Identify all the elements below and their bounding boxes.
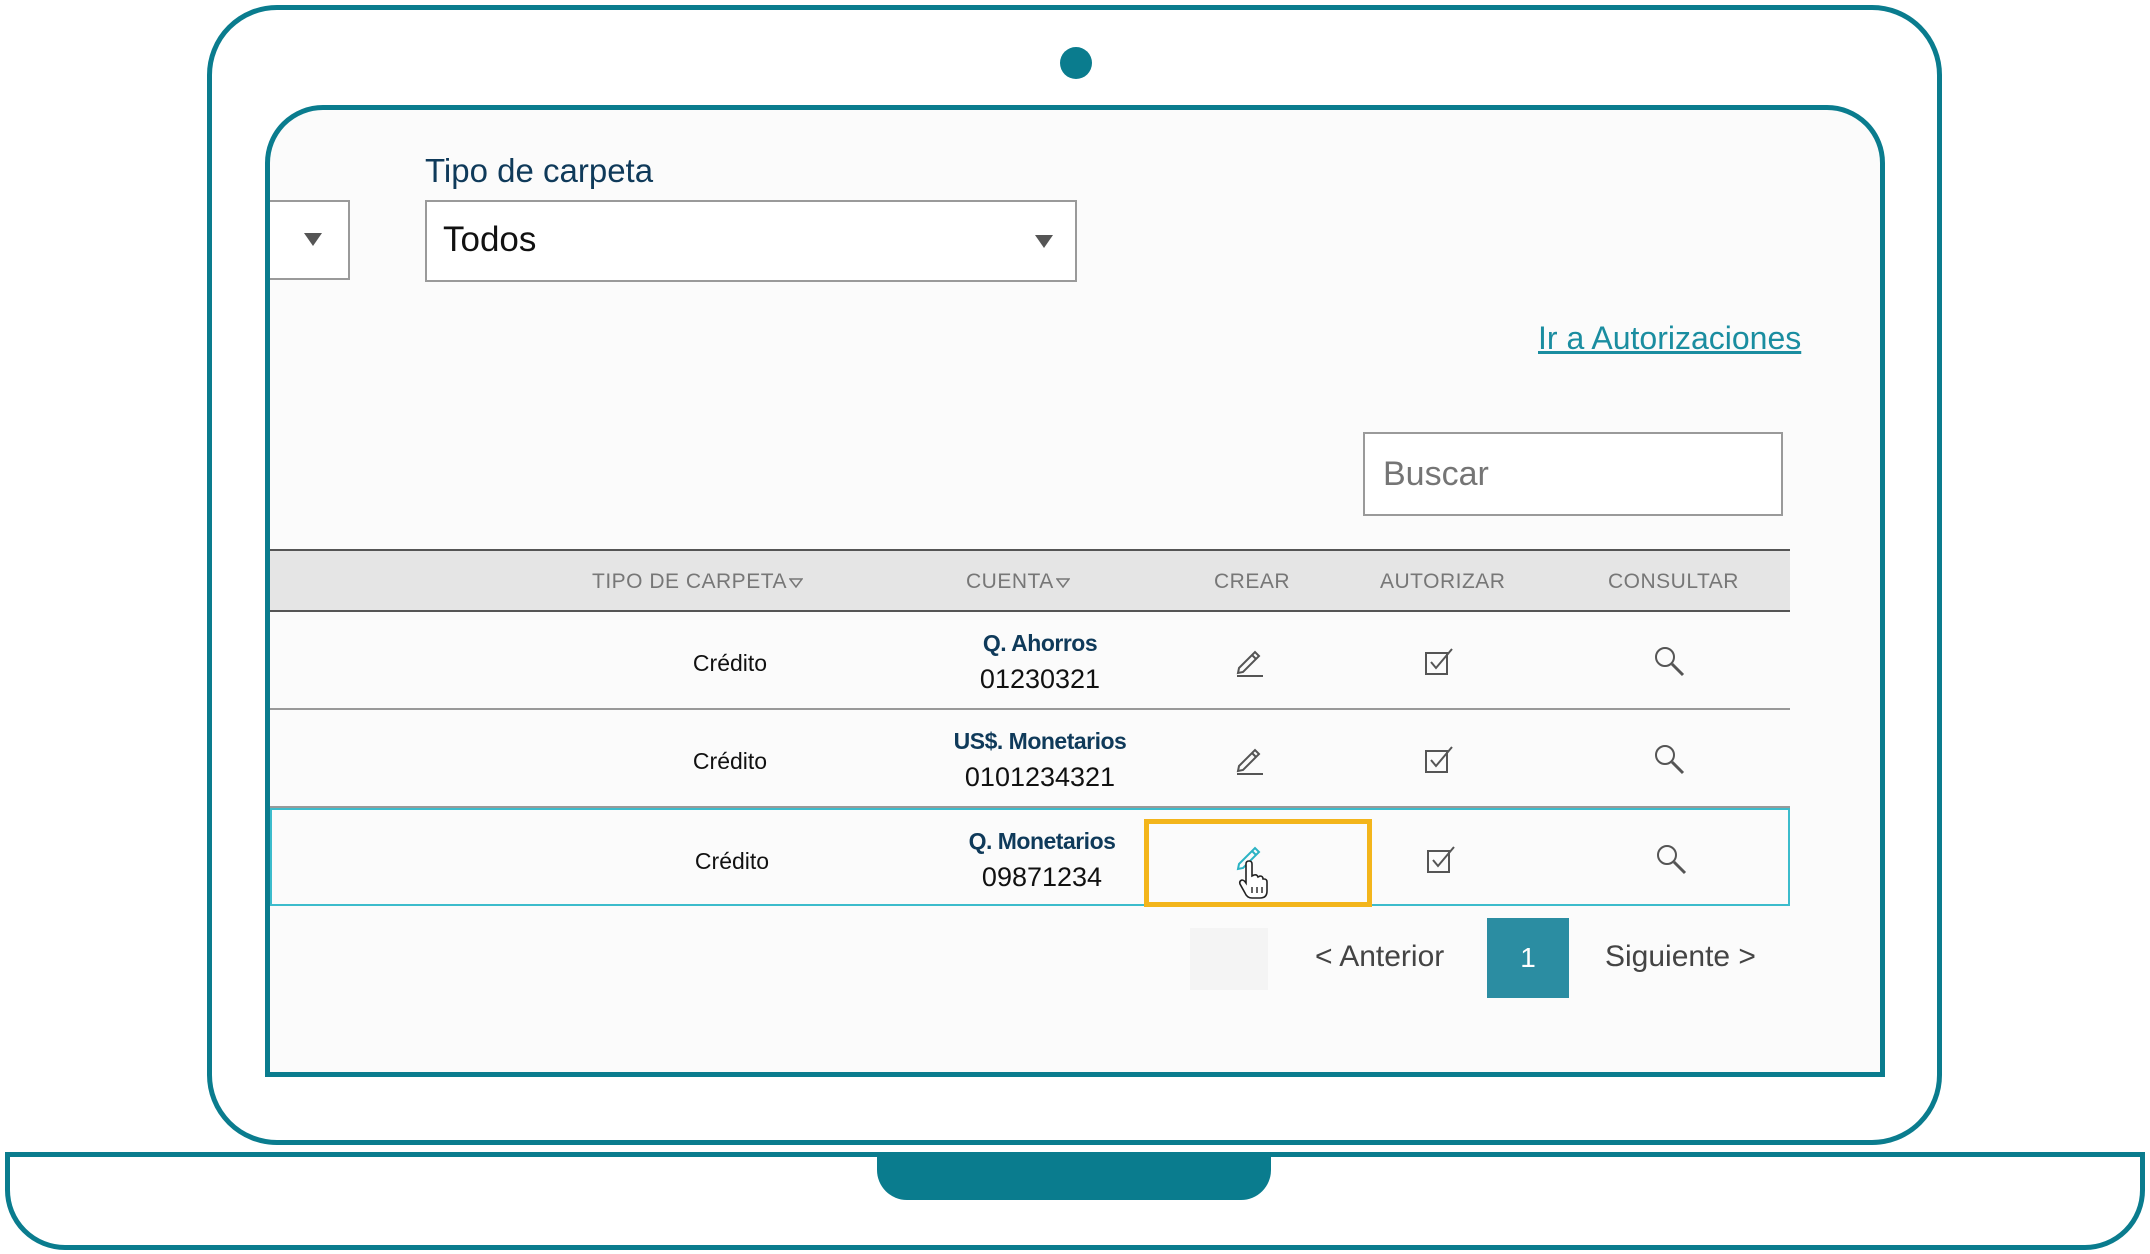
pencil-icon[interactable]: [1233, 644, 1267, 678]
folder-type-value: Todos: [443, 220, 537, 259]
checkbox-icon[interactable]: [1422, 742, 1456, 776]
table-row-active: Crédito Q. Monetarios 09871234: [270, 808, 1790, 906]
header-consultar: CONSULTAR: [1608, 570, 1739, 593]
pagination-prev[interactable]: < Anterior: [1315, 940, 1444, 974]
header-crear: CREAR: [1214, 570, 1291, 593]
account-number: 09871234: [981, 862, 1103, 892]
authorizations-link[interactable]: Ir a Autorizaciones: [1538, 320, 1801, 357]
left-filter-select[interactable]: [270, 200, 350, 280]
search-input[interactable]: [1363, 432, 1783, 516]
magnifier-icon[interactable]: [1654, 842, 1688, 876]
folder-type-select[interactable]: Todos: [425, 200, 1077, 282]
cell-folder-type: Crédito: [692, 650, 768, 676]
header-cuenta[interactable]: CUENTA: [966, 570, 1071, 594]
magnifier-icon[interactable]: [1652, 644, 1686, 678]
checkbox-icon[interactable]: [1424, 842, 1458, 876]
create-highlight-box: [1144, 819, 1372, 907]
account-number: 0101234321: [964, 762, 1116, 792]
pagination-placeholder: [1190, 928, 1268, 990]
account-name: US$. Monetarios: [953, 728, 1127, 754]
account-name: Q. Ahorros: [982, 630, 1098, 656]
sort-icon: [1055, 578, 1071, 589]
account-number: 01230321: [979, 664, 1101, 694]
table-row: Crédito Q. Ahorros 01230321: [270, 612, 1790, 710]
chevron-down-icon: [1035, 235, 1053, 248]
table-row: Crédito US$. Monetarios 0101234321: [270, 710, 1790, 808]
chevron-down-icon: [304, 233, 322, 246]
cell-folder-type: Crédito: [692, 748, 768, 774]
folder-type-label: Tipo de carpeta: [425, 152, 654, 189]
magnifier-icon[interactable]: [1652, 742, 1686, 776]
camera-dot: [1060, 47, 1092, 79]
account-name: Q. Monetarios: [968, 828, 1116, 854]
laptop-screen: Tipo de carpeta Todos Ir a Autorizacione…: [265, 105, 1885, 1077]
checkbox-icon[interactable]: [1422, 644, 1456, 678]
sort-icon: [788, 578, 804, 589]
header-tipo[interactable]: TIPO DE CARPETA: [592, 570, 804, 594]
laptop-notch: [877, 1152, 1271, 1200]
pagination-next[interactable]: Siguiente >: [1605, 940, 1756, 974]
cell-folder-type: Crédito: [694, 848, 770, 874]
table-header: TIPO DE CARPETA CUENTA CREAR AUTORIZAR C…: [270, 549, 1790, 612]
pagination-current-page[interactable]: 1: [1487, 918, 1569, 998]
header-autorizar: AUTORIZAR: [1380, 570, 1506, 593]
pencil-icon[interactable]: [1233, 742, 1267, 776]
